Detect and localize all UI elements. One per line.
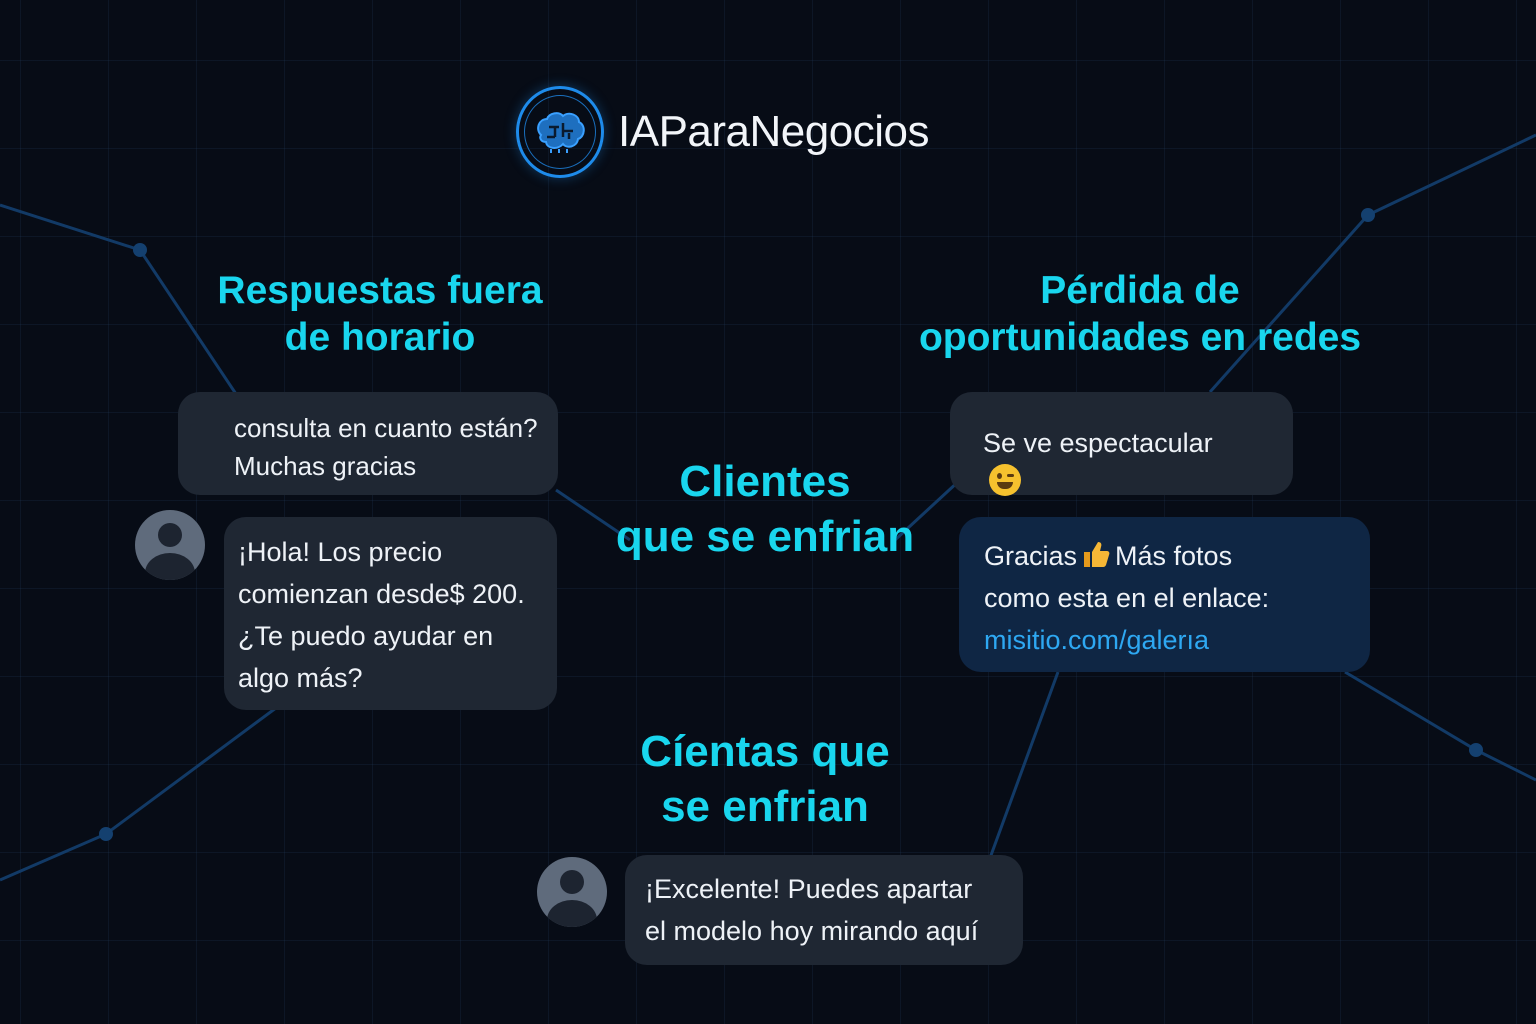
message-text: Se ve espectacular xyxy=(983,428,1213,458)
message-text: ¡Hola! Los precio xyxy=(238,537,443,567)
avatar xyxy=(135,510,205,580)
heading-lost-opportunities: Pérdida de oportunidades en redes xyxy=(900,268,1380,362)
heading-line: de horario xyxy=(284,315,476,359)
message-text: algo más? xyxy=(238,663,363,693)
message-text: ¡Excelente! Puedes apartar xyxy=(645,874,973,904)
heading-line: Cíentas que xyxy=(640,727,890,776)
brain-circuit-icon xyxy=(516,86,604,178)
brand-header: IAParaNegocios xyxy=(516,86,929,178)
reply-message-bubble: Gracias Más fotos como esta en el enlace:… xyxy=(959,517,1370,672)
heading-line: Clientes xyxy=(679,457,851,506)
heading-line: se enfrian xyxy=(661,782,869,831)
incoming-message-bubble: consulta en cuanto están? Muchas gracias xyxy=(178,392,558,495)
heading-line: Pérdida de xyxy=(1040,269,1240,312)
heading-line: oportunidades en redes xyxy=(918,315,1362,359)
network-node xyxy=(1469,743,1483,757)
message-text: Muchas gracias xyxy=(234,451,417,481)
message-text: Gracias Más fotos xyxy=(984,541,1233,571)
heading-line: Respuestas fuera xyxy=(217,269,543,312)
message-text: consulta en cuanto están? xyxy=(234,413,538,443)
incoming-message-bubble: Se ve espectacular xyxy=(950,392,1293,496)
network-line-right-bottom xyxy=(1344,670,1536,782)
message-text: ¿Te puedo ayudar en xyxy=(238,621,494,651)
avatar xyxy=(537,857,607,927)
brand-name: IAParaNegocios xyxy=(618,107,929,156)
heading-cold-clients: Clientes que se enfrian xyxy=(610,454,920,564)
heading-line: que se enfrian xyxy=(615,512,915,561)
message-text: como esta en el enlace: xyxy=(984,583,1270,613)
winking-smile-emoji-icon xyxy=(989,464,1021,496)
network-line-right-down xyxy=(988,671,1060,859)
network-node xyxy=(99,827,113,841)
reply-message-bubble: ¡Excelente! Puedes apartar el modelo hoy… xyxy=(625,855,1023,965)
reply-message-bubble: ¡Hola! Los precio comienzan desde$ 200. … xyxy=(224,517,557,710)
network-node xyxy=(1361,208,1375,222)
network-line-left-bottom xyxy=(0,703,281,882)
heading-cold-clients-bottom: Cíentas que se enfrian xyxy=(610,724,920,834)
message-text: comienzan desde$ 200. xyxy=(238,579,525,609)
network-node xyxy=(133,243,147,257)
gallery-link[interactable]: misitio.com/galerıa xyxy=(984,619,1370,661)
message-text: el modelo hoy mirando aquí xyxy=(645,916,979,946)
thumbs-up-emoji-icon xyxy=(1084,542,1110,567)
heading-after-hours: Respuestas fuera de horario xyxy=(200,268,560,362)
